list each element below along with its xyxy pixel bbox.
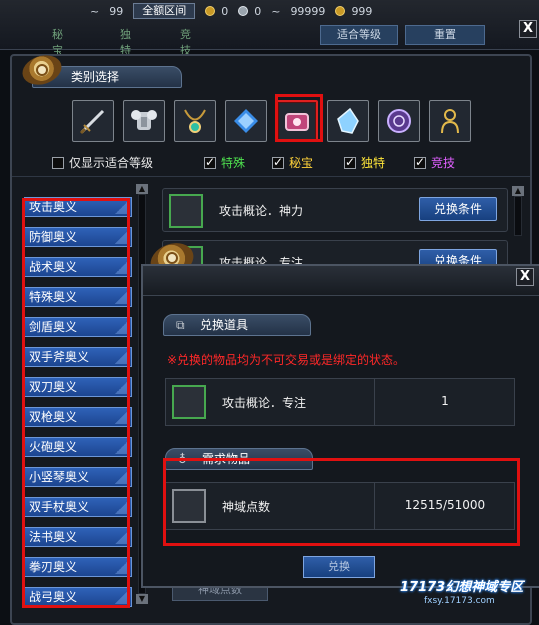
close-icon[interactable]: X — [516, 268, 534, 286]
coin-icon — [205, 5, 216, 16]
range-tilde-2: ~ — [271, 4, 281, 18]
filter-row: 仅显示适合等级 特殊 秘宝 独特 竞技 — [32, 154, 522, 172]
arena-filter[interactable]: 竞技 — [414, 154, 455, 171]
filter-bar: ~ 99 全额区间 0 0 ~ 99999 999 秘宝 独特 竞技 适合等级 … — [0, 0, 539, 57]
currency-b: 0 — [238, 5, 261, 18]
item-name: 攻击概论．神力 — [219, 204, 304, 218]
checkbox-icon[interactable] — [52, 157, 64, 169]
price-range-row: ~ 99 全额区间 0 0 ~ 99999 999 — [90, 2, 372, 20]
list-item[interactable]: 攻击概论．神力 兑换条件 — [162, 188, 508, 232]
logo-url: fxsy.17173.com — [424, 596, 495, 606]
only-fit-filter[interactable]: 仅显示适合等级 — [52, 154, 153, 171]
arena-label: 竞技 — [431, 156, 456, 170]
checkbox-checked-icon[interactable] — [204, 155, 216, 169]
secret-filter[interactable]: 秘宝 — [272, 154, 313, 171]
cell-divider — [374, 379, 375, 425]
reset-button[interactable]: 重置 — [405, 25, 485, 45]
crystal-icon[interactable] — [327, 100, 369, 142]
orb-icon[interactable] — [378, 100, 420, 142]
max-value: 99999 — [290, 4, 326, 18]
annotation-box-list — [22, 198, 130, 608]
gold-coin-icon — [335, 5, 346, 16]
currency-a: 0 — [205, 5, 228, 18]
checkbox-checked-icon[interactable] — [272, 155, 284, 169]
currency-c: 999 — [335, 5, 372, 18]
scroll-track[interactable] — [514, 196, 522, 236]
scroll-up-icon[interactable]: ▲ — [136, 184, 148, 194]
unique-label: 独特 — [361, 156, 386, 170]
checkbox-checked-icon[interactable] — [414, 155, 426, 169]
currency-b-value: 0 — [254, 4, 262, 18]
scroll-down-icon[interactable]: ▼ — [136, 594, 148, 604]
exchange-button[interactable]: 兑换 — [303, 556, 375, 578]
divider — [12, 176, 530, 177]
exchange-item-qty: 1 — [441, 394, 449, 408]
book-icon — [169, 194, 203, 228]
exchange-item-name: 攻击概论．专注 — [222, 396, 307, 410]
annotation-box-required — [163, 458, 520, 546]
warning-text: ※兑换的物品均为不可交易或是绑定的状态。 — [167, 353, 406, 367]
logo-text: 17173幻想神域专区 — [400, 580, 524, 595]
bag-icon — [14, 50, 68, 96]
special-filter[interactable]: 特殊 — [204, 154, 245, 171]
box-icon: ⧉ — [176, 318, 185, 332]
range-tilde: ~ — [90, 4, 100, 18]
min-value: 99 — [109, 4, 124, 18]
special-label: 特殊 — [221, 156, 246, 170]
armor-icon[interactable] — [123, 100, 165, 142]
checkbox-checked-icon[interactable] — [344, 155, 356, 169]
exchange-item-row: 攻击概论．专注 1 — [165, 378, 515, 426]
weapon-icon[interactable] — [72, 100, 114, 142]
scroll-up-icon[interactable]: ▲ — [512, 186, 524, 196]
popup-header — [143, 266, 539, 296]
exchange-item-tab: ⧉ 兑换道具 — [163, 314, 311, 336]
book-icon — [172, 385, 206, 419]
necklace-icon[interactable] — [174, 100, 216, 142]
close-icon[interactable]: X — [519, 20, 537, 38]
exchange-condition-button[interactable]: 兑换条件 — [419, 197, 497, 221]
exchange-item-title: 兑换道具 — [200, 318, 249, 332]
unique-filter[interactable]: 独特 — [344, 154, 385, 171]
fit-level-button[interactable]: 适合等级 — [320, 25, 398, 45]
right-scrollbar[interactable]: ▲ — [512, 186, 524, 236]
all-range-button[interactable]: 全额区间 — [133, 3, 196, 19]
secret-label: 秘宝 — [289, 156, 314, 170]
gold-value: 999 — [351, 4, 373, 18]
category-title: 类别选择 — [71, 70, 120, 84]
silver-coin-icon — [238, 5, 249, 16]
category-icon-row — [72, 100, 471, 142]
avatar-icon[interactable] — [429, 100, 471, 142]
site-logo: 17173幻想神域专区 fxsy.17173.com — [380, 568, 524, 612]
annotation-box-icon — [275, 94, 323, 142]
gem-icon[interactable] — [225, 100, 267, 142]
only-fit-label: 仅显示适合等级 — [69, 156, 154, 170]
currency-a-value: 0 — [221, 4, 229, 18]
